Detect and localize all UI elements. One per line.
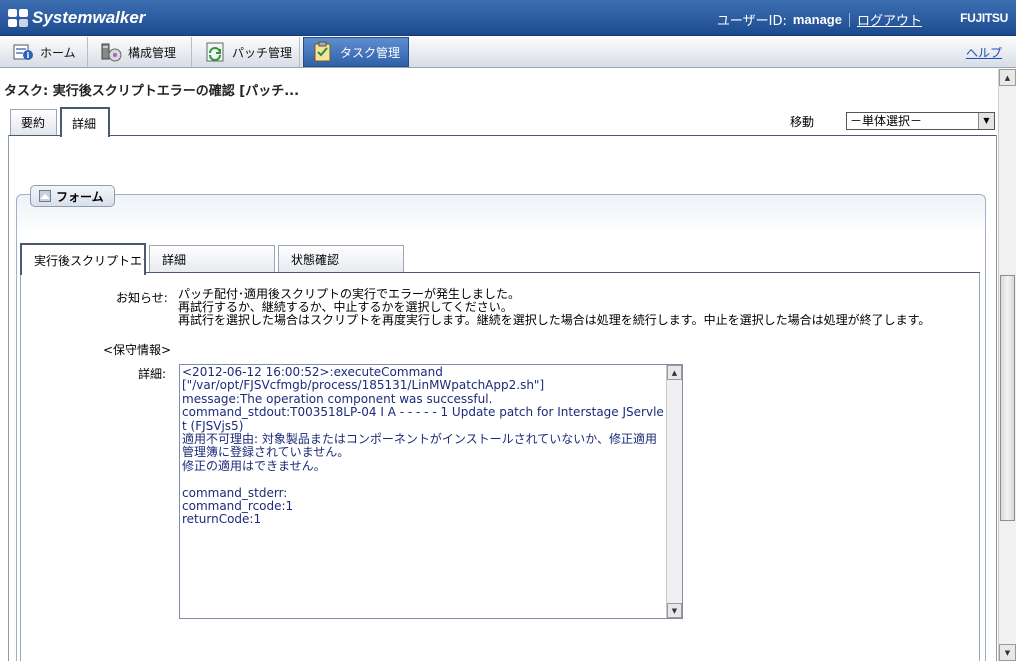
page-title: タスク: 実行後スクリプトエラーの確認 [パッチ...: [4, 84, 300, 99]
chevron-down-icon[interactable]: ▼: [978, 113, 994, 129]
panel-border-left: [8, 135, 9, 661]
nav-tab-label: パッチ管理: [232, 45, 293, 60]
scroll-up-icon[interactable]: ▲: [667, 365, 682, 380]
notice-line: 再試行を選択した場合はスクリプトを再度実行します。継続を選択した場合は処理を続行…: [178, 313, 931, 327]
tab-summary[interactable]: 要約: [10, 109, 57, 135]
nav-tab-label: ホーム: [40, 45, 76, 60]
nav-tab-home[interactable]: i ホーム: [4, 37, 88, 67]
nav-tab-label: 構成管理: [128, 45, 177, 60]
home-icon: i: [12, 41, 34, 63]
scroll-down-icon[interactable]: ▼: [999, 644, 1016, 661]
form-legend-label: フォーム: [56, 189, 104, 204]
app-header: Systemwalker ユーザーID: manage ログアウト FUJITS…: [0, 0, 1016, 36]
notice-label: お知らせ:: [116, 291, 168, 305]
patch-icon: [204, 41, 226, 63]
tab-label: 詳細: [162, 253, 187, 267]
tab-status-check[interactable]: 状態確認: [278, 245, 404, 273]
move-label: 移動: [790, 115, 815, 129]
tab-form-detail[interactable]: 詳細: [149, 245, 275, 273]
user-id-label: ユーザーID:: [716, 14, 787, 29]
move-select-value: －単体選択－: [850, 114, 923, 128]
detail-scrollbar[interactable]: ▲ ▼: [666, 365, 682, 618]
scroll-down-icon[interactable]: ▼: [667, 603, 682, 618]
form-legend[interactable]: フォーム: [30, 185, 115, 207]
task-icon: [312, 41, 334, 63]
collapse-icon[interactable]: [39, 190, 51, 202]
svg-text:i: i: [27, 51, 30, 60]
page-scrollbar[interactable]: ▲ ▼: [998, 69, 1016, 661]
systemwalker-logo-icon: [8, 9, 28, 27]
main-nav: i ホーム 構成管理 パッチ管理 タスク管理: [0, 36, 1016, 68]
tab-label: 状態確認: [291, 253, 340, 267]
scroll-up-icon[interactable]: ▲: [999, 69, 1016, 86]
nav-tab-label: タスク管理: [340, 45, 401, 60]
tab-label: 要約: [21, 116, 46, 130]
nav-tab-patch[interactable]: パッチ管理: [196, 37, 300, 67]
tab-label: 実行後スクリプトエラ: [34, 253, 146, 268]
logo-text: Systemwalker: [32, 8, 146, 27]
panel-border-right: [996, 135, 997, 661]
tab-post-script-error[interactable]: 実行後スクリプトエラ: [20, 243, 146, 275]
help-link[interactable]: ヘルプ: [966, 44, 1002, 61]
detail-label: 詳細:: [138, 367, 167, 381]
configuration-icon: [100, 41, 122, 63]
scrollbar-thumb[interactable]: [1000, 275, 1015, 521]
content-area: タスク: 実行後スクリプトエラーの確認 [パッチ... 要約 詳細 移動 －単体…: [0, 69, 998, 661]
maintenance-info-label: <保守情報>: [103, 343, 172, 357]
user-separator: [848, 12, 850, 27]
nav-tab-task[interactable]: タスク管理: [303, 37, 409, 67]
user-id-value: manage: [792, 12, 842, 27]
detail-textarea[interactable]: <2012-06-12 16:00:52>:executeCommand ["/…: [179, 364, 683, 619]
notice-text: パッチ配付･適用後スクリプトの実行でエラーが発生しました。 再試行するか、継続す…: [178, 288, 930, 327]
systemwalker-logo: Systemwalker: [8, 8, 145, 28]
move-select[interactable]: －単体選択－ ▼: [846, 112, 995, 130]
nav-tab-configuration[interactable]: 構成管理: [92, 37, 192, 67]
detail-text: <2012-06-12 16:00:52>:executeCommand ["/…: [182, 365, 664, 527]
logout-link[interactable]: ログアウト: [857, 10, 922, 29]
fujitsu-logo: FUJITSU: [960, 11, 1008, 25]
tab-label: 詳細: [72, 116, 97, 131]
user-area: ユーザーID: manage ログアウト: [717, 10, 922, 29]
tab-divider: [8, 135, 996, 136]
tab-detail[interactable]: 詳細: [60, 107, 110, 137]
